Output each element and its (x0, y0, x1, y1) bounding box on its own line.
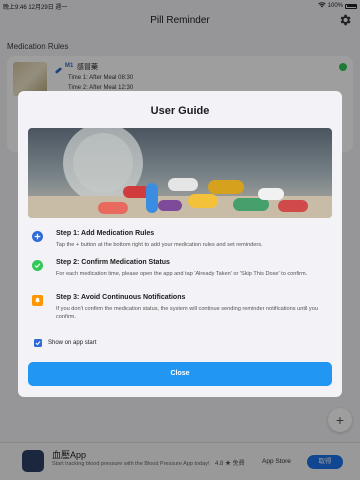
dialog-title: User Guide (150, 105, 210, 117)
step-description: If you don't confirm the medication stat… (56, 306, 318, 320)
step-description: Tap the + button at the bottom right to … (56, 242, 263, 248)
show-on-start-row[interactable]: Show on app start (34, 339, 96, 347)
step-title: Step 2: Confirm Medication Status (56, 259, 170, 266)
step-title: Step 1: Add Medication Rules (56, 230, 155, 237)
show-on-start-label: Show on app start (48, 340, 97, 346)
show-on-start-checkbox[interactable] (34, 339, 42, 347)
close-button[interactable]: Close (28, 362, 332, 386)
plus-circle-icon (32, 231, 43, 242)
check-circle-icon (32, 260, 43, 271)
bell-icon (32, 295, 43, 306)
step-description: For each medication time, please open th… (56, 271, 308, 277)
user-guide-dialog: User Guide Step 1: Add Medication Rules … (18, 91, 342, 397)
step-title: Step 3: Avoid Continuous Notifications (56, 294, 186, 301)
hero-image (28, 128, 332, 218)
